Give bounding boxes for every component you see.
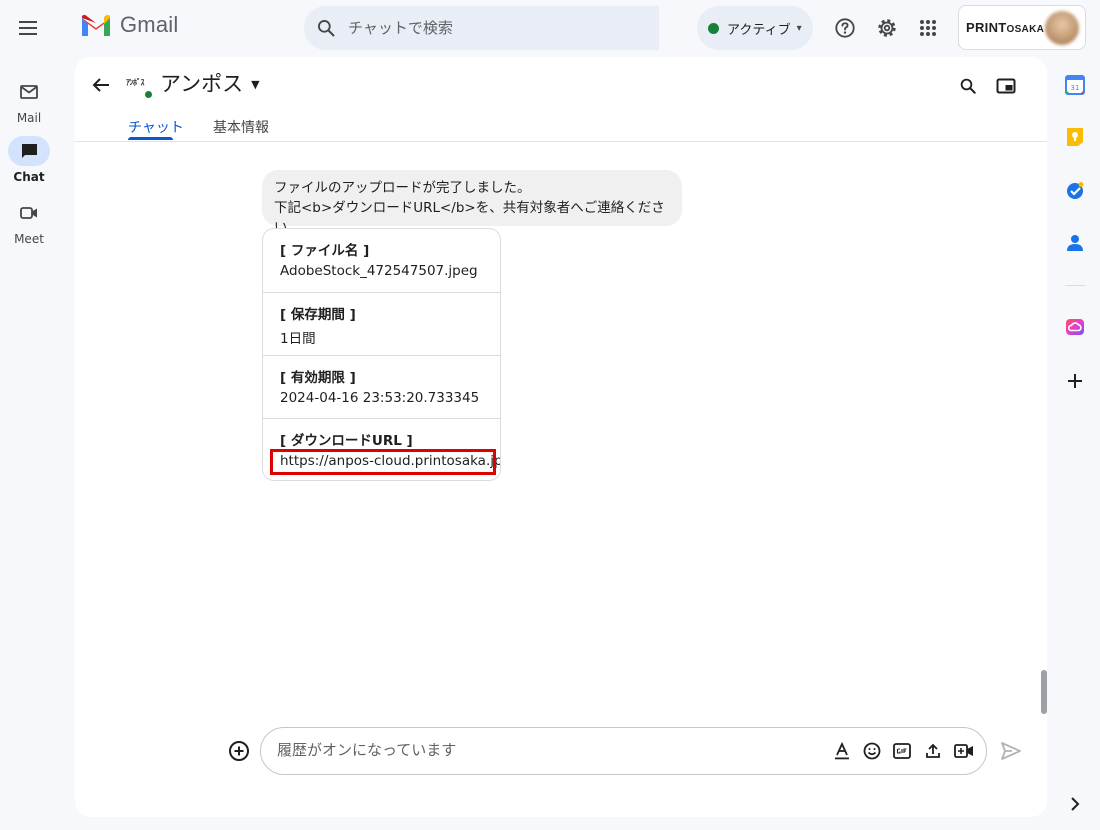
- help-icon[interactable]: [831, 14, 859, 42]
- brand-logo: PRINTOSAKA: [966, 20, 1045, 35]
- video-icon: [8, 198, 50, 228]
- avatar[interactable]: [1045, 11, 1079, 45]
- chat-panel: ｱﾝﾎﾟｽ アンポス ▼ チャット 基本情報 ファイルのアップロードが完了しまし…: [75, 57, 1047, 817]
- active-status-dot: [708, 22, 719, 34]
- text-format-icon[interactable]: [831, 740, 853, 762]
- main-menu-icon[interactable]: [14, 13, 44, 43]
- rail-label-mail: Mail: [16, 111, 42, 125]
- chat-icon: [8, 136, 50, 166]
- gif-icon[interactable]: [891, 740, 913, 762]
- message-composer: [260, 727, 987, 775]
- chevron-down-icon: ▾: [796, 22, 802, 34]
- section-title: [ ダウンロードURL ]: [280, 433, 413, 449]
- card-section-filename: [ ファイル名 ] AdobeStock_472547507.jpeg: [263, 229, 500, 292]
- space-name: アンポス: [160, 72, 244, 96]
- pop-out-icon[interactable]: [992, 72, 1020, 100]
- rail-item-meet[interactable]: Meet: [0, 198, 58, 246]
- tab-chat[interactable]: チャット: [128, 117, 184, 137]
- gmail-logo[interactable]: Gmail: [80, 12, 178, 38]
- search-icon[interactable]: [954, 72, 982, 100]
- back-arrow-icon[interactable]: [88, 72, 114, 98]
- creative-cloud-icon[interactable]: [1063, 315, 1087, 339]
- space-title[interactable]: アンポス ▼: [160, 68, 260, 98]
- calendar-icon[interactable]: 31: [1063, 73, 1087, 97]
- app-name: Gmail: [120, 12, 179, 37]
- search-bar: [304, 6, 659, 50]
- add-circle-icon[interactable]: [228, 740, 250, 762]
- status-selector[interactable]: アクティブ ▾: [697, 6, 813, 50]
- active-tab-indicator: [128, 137, 173, 140]
- rail-item-mail[interactable]: Mail: [0, 77, 58, 125]
- top-bar: Gmail アクティブ ▾ PRINTOSAKA: [0, 0, 1100, 56]
- section-value: 1日間: [280, 331, 316, 347]
- card-section-retention: [ 保存期間 ] 1日間: [263, 292, 500, 355]
- header-divider: [75, 141, 1047, 142]
- keep-icon[interactable]: [1063, 125, 1087, 149]
- card-section-expiry: [ 有効期限 ] 2024-04-16 23:53:20.733345: [263, 355, 500, 418]
- search-icon[interactable]: [316, 18, 336, 38]
- section-value: AdobeStock_472547507.jpeg: [280, 263, 478, 279]
- section-value: 2024-04-16 23:53:20.733345: [280, 390, 480, 406]
- emoji-icon[interactable]: [861, 740, 883, 762]
- rail-label-chat: Chat: [13, 170, 45, 184]
- add-addon-icon[interactable]: [1063, 369, 1087, 393]
- online-status-dot: [144, 90, 153, 99]
- contacts-icon[interactable]: [1063, 231, 1087, 255]
- space-avatar-text: ｱﾝﾎﾟｽ: [126, 78, 145, 87]
- chevron-right-icon[interactable]: [1063, 792, 1087, 816]
- gmail-logo-icon: [82, 14, 110, 36]
- section-title: [ 有効期限 ]: [280, 370, 356, 386]
- settings-gear-icon[interactable]: [873, 14, 901, 42]
- chevron-down-icon: ▼: [251, 78, 260, 91]
- rail-label-meet: Meet: [14, 232, 44, 246]
- mail-icon: [8, 77, 50, 107]
- right-rail-divider: [1065, 285, 1085, 286]
- message-line-1: ファイルのアップロードが完了しました。: [274, 180, 531, 196]
- space-avatar: ｱﾝﾎﾟｽ: [126, 72, 153, 99]
- rail-item-chat[interactable]: Chat: [0, 136, 58, 184]
- search-input[interactable]: [348, 19, 628, 37]
- upload-icon[interactable]: [922, 740, 944, 762]
- tab-info[interactable]: 基本情報: [213, 117, 269, 137]
- file-info-card: [ ファイル名 ] AdobeStock_472547507.jpeg [ 保存…: [262, 228, 501, 481]
- status-label: アクティブ: [727, 22, 791, 38]
- scrollbar[interactable]: [1041, 670, 1047, 714]
- section-title: [ ファイル名 ]: [280, 243, 370, 259]
- svg-text:31: 31: [1071, 84, 1080, 92]
- account-switcher[interactable]: PRINTOSAKA: [958, 5, 1086, 50]
- video-call-icon[interactable]: [953, 740, 975, 762]
- url-highlight-box: [270, 449, 496, 475]
- message-input[interactable]: [277, 741, 807, 759]
- apps-grid-icon[interactable]: [914, 14, 942, 42]
- message-bubble: ファイルのアップロードが完了しました。 下記<b>ダウンロードURL</b>を、…: [262, 170, 682, 236]
- send-icon[interactable]: [999, 739, 1023, 763]
- tasks-icon[interactable]: [1063, 179, 1087, 203]
- section-title: [ 保存期間 ]: [280, 307, 356, 323]
